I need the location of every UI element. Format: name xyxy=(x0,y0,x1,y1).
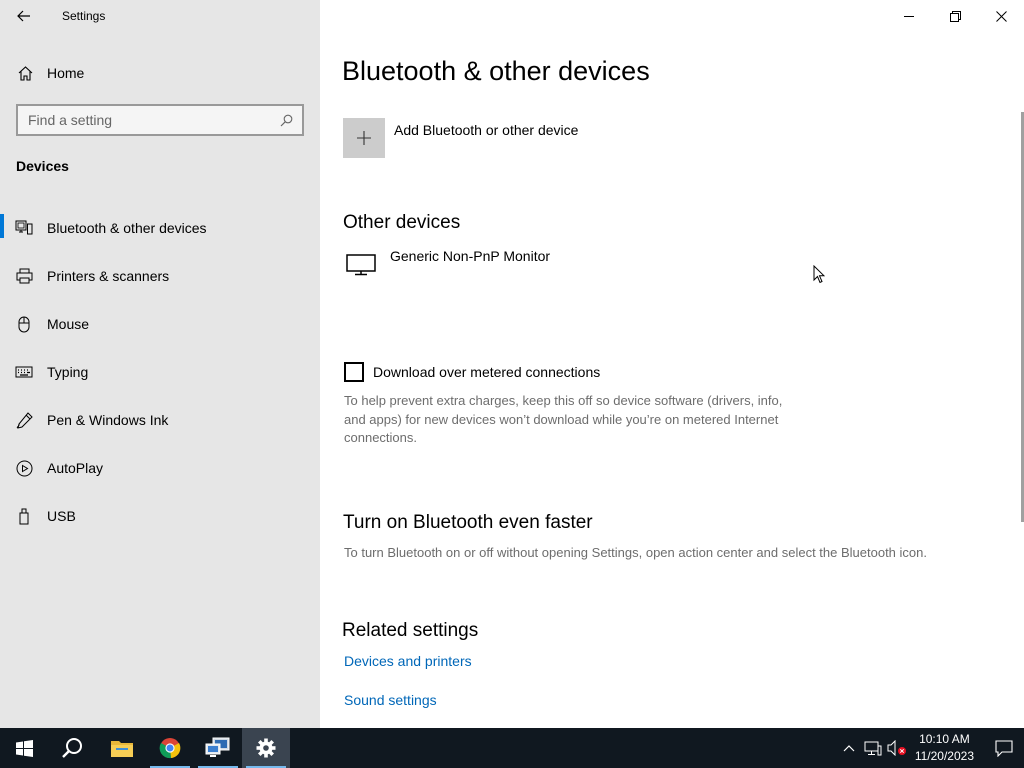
metered-checkbox[interactable] xyxy=(344,362,364,382)
app-title: Settings xyxy=(62,9,106,23)
sidebar-item-label: Typing xyxy=(47,364,89,380)
taskbar-remote-desktop[interactable] xyxy=(194,728,242,768)
settings-sidebar: Settings Home Devices Bluetooth & other … xyxy=(0,0,320,728)
sidebar-item-label: AutoPlay xyxy=(47,460,104,476)
network-button[interactable] xyxy=(861,728,885,768)
search-icon xyxy=(62,738,82,758)
clock-time: 10:10 AM xyxy=(919,732,970,746)
start-button[interactable] xyxy=(0,728,48,768)
window-controls xyxy=(886,0,1024,32)
action-center-button[interactable] xyxy=(984,728,1024,768)
autoplay-icon xyxy=(15,459,33,477)
close-icon xyxy=(995,10,1007,22)
taskbar-chrome[interactable] xyxy=(146,728,194,768)
back-arrow-icon xyxy=(17,10,30,22)
sidebar-item-pen[interactable]: Pen & Windows Ink xyxy=(0,396,320,444)
bluetooth-devices-icon xyxy=(15,219,33,237)
printer-icon xyxy=(15,267,33,285)
sidebar-nav: Bluetooth & other devices Printers & sca… xyxy=(0,204,320,540)
metered-checkbox-row[interactable]: Download over metered connections xyxy=(344,362,600,382)
home-icon xyxy=(17,65,33,81)
restore-button[interactable] xyxy=(932,0,978,32)
minimize-button[interactable] xyxy=(886,0,932,32)
restore-icon xyxy=(949,10,961,22)
related-settings-heading: Related settings xyxy=(342,620,479,641)
page-title: Bluetooth & other devices xyxy=(342,56,650,86)
network-icon xyxy=(864,741,882,756)
devices-and-printers-link[interactable]: Devices and printers xyxy=(344,653,472,669)
search-input[interactable] xyxy=(18,112,276,128)
clock-date: 11/20/2023 xyxy=(914,749,974,763)
plus-icon xyxy=(357,131,371,145)
taskbar: 10:10 AM 11/20/2023 xyxy=(0,728,1024,768)
sidebar-item-mouse[interactable]: Mouse xyxy=(0,300,320,348)
bt-faster-text: To turn Bluetooth on or off without open… xyxy=(344,545,927,560)
sidebar-item-printers[interactable]: Printers & scanners xyxy=(0,252,320,300)
volume-button[interactable] xyxy=(885,728,909,768)
start-icon xyxy=(15,739,33,757)
pen-icon xyxy=(15,411,33,429)
taskbar-search-button[interactable] xyxy=(48,728,96,768)
sidebar-item-bluetooth[interactable]: Bluetooth & other devices xyxy=(0,204,320,252)
search-box[interactable] xyxy=(16,104,304,136)
monitor-icon xyxy=(344,248,378,278)
back-button[interactable] xyxy=(8,0,40,32)
notification-icon xyxy=(995,739,1013,757)
add-tile xyxy=(343,118,385,158)
sidebar-item-typing[interactable]: Typing xyxy=(0,348,320,396)
other-devices-heading: Other devices xyxy=(343,212,461,233)
mouse-icon xyxy=(15,315,33,333)
volume-muted-icon xyxy=(887,740,906,756)
keyboard-icon xyxy=(15,363,33,381)
system-tray: 10:10 AM 11/20/2023 xyxy=(837,728,1024,768)
titlebar-left: Settings xyxy=(0,0,320,32)
show-hidden-icons-button[interactable] xyxy=(837,728,861,768)
sidebar-item-autoplay[interactable]: AutoPlay xyxy=(0,444,320,492)
metered-help-text: To help prevent extra charges, keep this… xyxy=(344,393,783,445)
sidebar-item-label: Pen & Windows Ink xyxy=(47,412,169,428)
metered-label: Download over metered connections xyxy=(373,364,601,380)
search-icon[interactable] xyxy=(276,114,296,127)
main-content: Bluetooth & other devices Add Bluetooth … xyxy=(320,0,1024,728)
taskbar-clock[interactable]: 10:10 AM 11/20/2023 xyxy=(915,731,974,765)
remote-desktop-icon xyxy=(205,737,230,757)
sidebar-item-usb[interactable]: USB xyxy=(0,492,320,540)
sidebar-item-label: USB xyxy=(47,508,76,524)
chevron-up-icon xyxy=(843,745,855,752)
sidebar-item-label: Bluetooth & other devices xyxy=(47,220,207,236)
sound-settings-link[interactable]: Sound settings xyxy=(344,692,437,708)
device-label: Generic Non-PnP Monitor xyxy=(390,248,551,264)
add-device-button[interactable]: Add Bluetooth or other device xyxy=(343,118,578,158)
section-label: Devices xyxy=(16,158,69,174)
mouse-cursor-icon xyxy=(813,265,825,284)
minimize-icon xyxy=(903,15,914,17)
taskbar-settings[interactable] xyxy=(242,728,290,768)
bt-faster-heading: Turn on Bluetooth even faster xyxy=(343,512,593,533)
device-item[interactable]: Generic Non-PnP Monitor xyxy=(344,248,550,278)
add-device-label: Add Bluetooth or other device xyxy=(394,122,579,138)
sidebar-item-label: Printers & scanners xyxy=(47,268,170,284)
home-label: Home xyxy=(47,65,85,81)
sidebar-item-home[interactable]: Home xyxy=(0,56,320,90)
settings-gear-icon xyxy=(256,738,276,758)
taskbar-file-explorer[interactable] xyxy=(98,728,146,768)
usb-icon xyxy=(15,507,33,525)
close-button[interactable] xyxy=(978,0,1024,32)
chrome-icon xyxy=(159,738,181,759)
sidebar-item-label: Mouse xyxy=(47,316,90,332)
file-explorer-icon xyxy=(111,741,133,757)
